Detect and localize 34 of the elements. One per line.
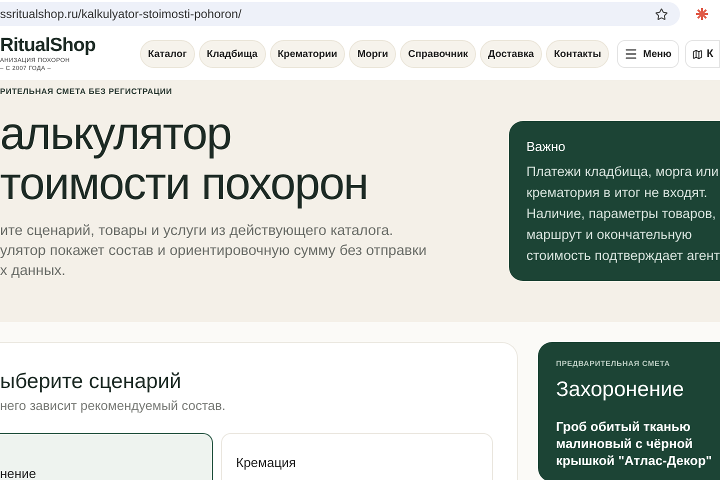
nav-link[interactable]: Морги [349,40,396,68]
bookmark-star-icon[interactable] [655,8,668,20]
notice-text: маршрут и окончательную [526,226,693,244]
nav-link[interactable]: Крематории [270,40,346,68]
logo[interactable]: RitualShop [0,35,140,57]
url-text: ssritualshop.ru/kalkulyator-stoimosti-pohoron/ [0,6,242,23]
menu-icon [624,47,638,61]
estimate-title: Захоронение [556,377,685,403]
notice-text: стоимость подтверждает агент [526,247,720,265]
description-text: х данных. [0,262,67,281]
notice-text: Наличие, параметры товаров, [526,205,717,223]
notice-title: Важно [526,139,566,155]
scenario-option[interactable]: Кремация [221,433,493,480]
page-title: тоимости похорон [0,158,369,208]
description-text: ите сценарий, товары и услуги из действующего каталога. [0,222,394,241]
nav-link[interactable]: Кладбища [198,40,266,68]
section-subtitle: него зависит рекомендуемый состав. [0,397,227,415]
menu-button[interactable]: Меню [617,40,679,68]
scenario-option[interactable]: нение [0,433,213,480]
eyebrow-text: РИТЕЛЬНАЯ СМЕТА БЕЗ РЕГИСТРАЦИИ [0,86,174,98]
notice-text: крематория в итог не входят. [526,184,708,202]
estimate-item: Гроб обитый тканью малиновый с чёрной крышкой "Атлас-Декор" [556,418,713,469]
description-text: улятор покажет состав и ориентировочную сумму без отправки [0,242,428,261]
map-icon [692,48,703,60]
page-title: алькулятор [0,108,232,158]
nav-link[interactable]: Контакты [546,40,610,68]
nav-link[interactable]: Доставка [480,40,542,68]
nav-link[interactable]: Справочник [400,40,476,68]
notice-text: Платежи кладбища, морга или [526,163,720,181]
address-bar[interactable]: ssritualshop.ru/kalkulyator-stoimosti-pohoron/ [0,2,680,26]
map-button[interactable]: К [684,40,720,68]
nav-link[interactable]: Каталог [140,40,195,68]
section-title: ыберите сценарий [0,369,182,395]
extension-icon[interactable] [696,8,708,20]
